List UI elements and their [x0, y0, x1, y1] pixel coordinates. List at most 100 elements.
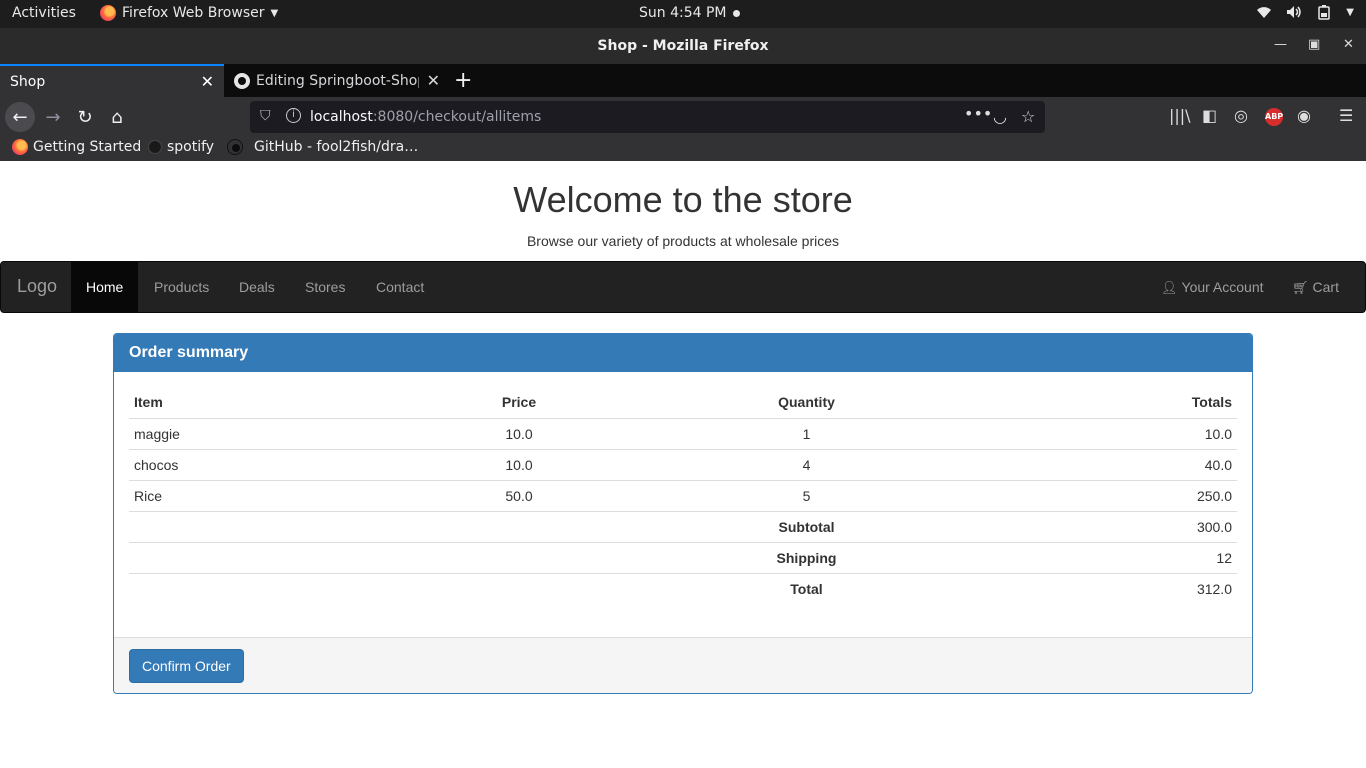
activities-button[interactable]: Activities: [12, 5, 76, 21]
clock[interactable]: Sun 4:54 PM: [639, 5, 740, 21]
minimize-icon[interactable]: —: [1274, 37, 1287, 52]
site-info-icon[interactable]: i: [286, 108, 301, 123]
tracking-shield-icon[interactable]: ⛉: [260, 108, 271, 124]
subtotal-value: 300.0: [994, 510, 1237, 542]
row-price: 10.0: [419, 448, 619, 480]
bookmark-star-icon[interactable]: ☆: [1021, 107, 1035, 126]
reload-icon[interactable]: ↻: [70, 102, 100, 132]
panel-heading: Order summary: [114, 334, 1252, 372]
tab-close-icon[interactable]: ✕: [427, 71, 440, 90]
column-header-quantity: Quantity: [619, 387, 994, 419]
url-bar[interactable]: ⛉ i localhost:8080/checkout/allitems •••…: [250, 101, 1045, 133]
url-path: :8080/checkout/allitems: [372, 109, 542, 125]
system-tray[interactable]: ▼: [1256, 4, 1354, 20]
cart-icon: 🛒︎: [1292, 280, 1309, 295]
row-item: maggie: [129, 417, 419, 449]
spotify-icon: [148, 140, 162, 154]
tab-label: Editing Springboot-Shop: [256, 72, 419, 89]
pocket-icon[interactable]: ◡: [993, 107, 1007, 126]
bookmark-spotify[interactable]: spotify: [148, 139, 214, 155]
battery-icon: [1318, 5, 1331, 20]
table-row: chocos 10.0 4 40.0: [129, 448, 1237, 480]
bookmark-label: GitHub - fool2fish/dra…: [254, 139, 419, 155]
shipping-value: 12: [994, 541, 1237, 573]
url-host: localhost: [310, 109, 373, 125]
row-quantity: 1: [619, 417, 994, 449]
window-title: Shop - Mozilla Firefox: [597, 38, 769, 54]
bookmark-github[interactable]: GitHub - fool2fish/dra…: [227, 139, 418, 155]
chevron-down-icon: ▼: [270, 7, 279, 19]
panel-body: Item Price Quantity Totals maggie 10.0 1…: [114, 372, 1252, 638]
forward-icon[interactable]: →: [38, 102, 68, 132]
system-menu-chevron-icon: ▼: [1346, 6, 1354, 18]
table-row: Rice 50.0 5 250.0: [129, 479, 1237, 511]
subtotal-label: Subtotal: [619, 510, 994, 542]
nav-account-label: Your Account: [1181, 279, 1264, 295]
panel-footer: Confirm Order: [114, 637, 1252, 693]
clock-label: Sun 4:54 PM: [639, 5, 727, 21]
page-subtitle: Browse our variety of products at wholes…: [526, 233, 840, 249]
nav-home[interactable]: Home: [71, 262, 139, 312]
row-total: 250.0: [994, 479, 1237, 511]
notification-dot-icon: [732, 9, 740, 17]
web-page: Welcome to the store Browse our variety …: [0, 161, 1366, 768]
browser-toolbar: ← → ↻ ⌂ ⛉ i localhost:8080/checkout/alli…: [0, 97, 1366, 137]
nav-contact[interactable]: Contact: [361, 262, 439, 312]
extension-icon[interactable]: ◎: [1234, 106, 1248, 125]
confirm-order-button[interactable]: Confirm Order: [129, 649, 244, 683]
nav-stores[interactable]: Stores: [290, 262, 360, 312]
column-header-item: Item: [129, 387, 419, 419]
table-row: maggie 10.0 1 10.0: [129, 417, 1237, 449]
library-icon[interactable]: |||\: [1169, 106, 1191, 125]
sidebar-icon[interactable]: ◧: [1202, 106, 1217, 125]
nav-cart-label: Cart: [1312, 279, 1339, 295]
back-icon[interactable]: ←: [5, 102, 35, 132]
nav-cart[interactable]: 🛒︎ Cart: [1277, 262, 1354, 312]
row-total: 40.0: [994, 448, 1237, 480]
nav-products[interactable]: Products: [139, 262, 224, 312]
row-item: Rice: [129, 479, 419, 511]
new-tab-icon[interactable]: +: [454, 68, 472, 93]
user-icon: 👤︎: [1161, 280, 1178, 295]
page-actions-icon[interactable]: •••: [964, 104, 992, 123]
maximize-icon[interactable]: ▣: [1308, 37, 1320, 52]
tab-label: Shop: [10, 73, 46, 90]
order-table: Item Price Quantity Totals maggie 10.0 1…: [129, 387, 1237, 604]
volume-icon: [1287, 6, 1302, 18]
firefox-icon: [100, 5, 116, 21]
tab-close-icon[interactable]: ✕: [201, 72, 214, 91]
total-label: Total: [619, 572, 994, 604]
window-titlebar: Shop - Mozilla Firefox — ▣ ✕: [0, 28, 1366, 64]
row-quantity: 4: [619, 448, 994, 480]
total-row: Total 312.0: [129, 572, 1237, 604]
bookmarks-toolbar: Getting Started spotify GitHub - fool2fi…: [0, 137, 1366, 161]
brand-logo[interactable]: Logo: [17, 276, 57, 297]
bookmark-getting-started[interactable]: Getting Started: [12, 139, 141, 155]
row-quantity: 5: [619, 479, 994, 511]
adblock-icon[interactable]: ABP: [1265, 108, 1283, 126]
app-menu[interactable]: Firefox Web Browser ▼: [100, 5, 278, 21]
nav-your-account[interactable]: 👤︎ Your Account: [1146, 262, 1279, 312]
tab-shop[interactable]: Shop ✕: [0, 64, 224, 97]
page-title: Welcome to the store: [513, 179, 853, 220]
app-menu-label: Firefox Web Browser: [122, 5, 265, 21]
subtotal-row: Subtotal 300.0: [129, 510, 1237, 542]
tab-editing[interactable]: Editing Springboot-Shop ✕: [224, 64, 450, 97]
column-header-price: Price: [419, 387, 619, 419]
tab-strip: Shop ✕ Editing Springboot-Shop ✕ +: [0, 64, 1366, 97]
url-text[interactable]: localhost:8080/checkout/allitems: [310, 109, 541, 125]
bookmark-label: spotify: [167, 139, 215, 155]
row-price: 10.0: [419, 417, 619, 449]
home-icon[interactable]: ⌂: [102, 102, 132, 132]
wifi-icon: [1257, 7, 1272, 18]
column-header-totals: Totals: [994, 387, 1237, 419]
github-icon: [234, 72, 250, 89]
nav-deals[interactable]: Deals: [224, 262, 290, 312]
hamburger-menu-icon[interactable]: ☰: [1339, 106, 1353, 125]
system-top-bar: Activities Firefox Web Browser ▼ Sun 4:5…: [0, 0, 1366, 28]
row-item: chocos: [129, 448, 419, 480]
table-header-row: Item Price Quantity Totals: [129, 387, 1237, 419]
shipping-row: Shipping 12: [129, 541, 1237, 573]
account-icon[interactable]: ◉: [1297, 106, 1311, 125]
close-window-icon[interactable]: ✕: [1343, 37, 1354, 52]
